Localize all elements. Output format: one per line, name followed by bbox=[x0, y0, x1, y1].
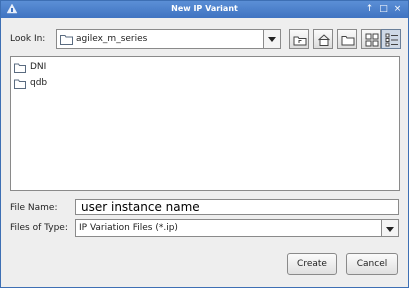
file-name: qdb bbox=[30, 78, 48, 88]
files-of-type-label: Files of Type: bbox=[10, 223, 68, 233]
new-folder-icon bbox=[341, 36, 355, 46]
cancel-button[interactable]: Cancel bbox=[346, 253, 398, 275]
chevron-down-icon[interactable] bbox=[381, 220, 398, 236]
home-button[interactable] bbox=[313, 29, 333, 49]
window-title: New IP Variant bbox=[171, 4, 238, 13]
file-name-input[interactable] bbox=[75, 199, 399, 215]
folder-icon bbox=[14, 79, 26, 89]
look-in-combo[interactable]: agilex_m_series bbox=[56, 29, 281, 49]
look-in-value: agilex_m_series bbox=[76, 34, 148, 44]
restore-button[interactable]: □ bbox=[378, 4, 389, 15]
folder-icon bbox=[60, 35, 73, 45]
look-in-label: Look In: bbox=[10, 34, 46, 44]
file-name-label: File Name: bbox=[10, 203, 58, 213]
maximize-button[interactable]: ↑ bbox=[364, 4, 375, 15]
folder-icon bbox=[14, 63, 26, 73]
close-button[interactable]: × bbox=[392, 4, 403, 15]
files-of-type-value: IP Variation Files (*.ip) bbox=[79, 223, 178, 233]
files-of-type-combo[interactable]: IP Variation Files (*.ip) bbox=[75, 219, 399, 237]
file-list[interactable]: DNI qdb bbox=[10, 56, 400, 191]
arrow-up-icon: ↑ bbox=[365, 4, 374, 14]
chevron-down-icon[interactable] bbox=[263, 30, 280, 48]
home-icon bbox=[318, 34, 330, 46]
square-icon: □ bbox=[379, 4, 388, 14]
file-name: DNI bbox=[30, 62, 47, 72]
new-ip-variant-dialog: New IP Variant ↑ □ × Look In: agilex_m_s… bbox=[0, 0, 409, 288]
details-view-button[interactable] bbox=[381, 29, 401, 49]
details-view-icon bbox=[385, 33, 398, 47]
title-bar[interactable]: New IP Variant ↑ □ × bbox=[1, 1, 408, 18]
new-folder-button[interactable] bbox=[337, 29, 357, 49]
create-button[interactable]: Create bbox=[287, 253, 337, 275]
up-one-level-icon bbox=[293, 36, 307, 46]
list-view-button[interactable] bbox=[361, 29, 381, 49]
up-one-level-button[interactable] bbox=[289, 29, 309, 49]
list-view-icon bbox=[365, 33, 379, 47]
close-icon: × bbox=[393, 4, 402, 14]
